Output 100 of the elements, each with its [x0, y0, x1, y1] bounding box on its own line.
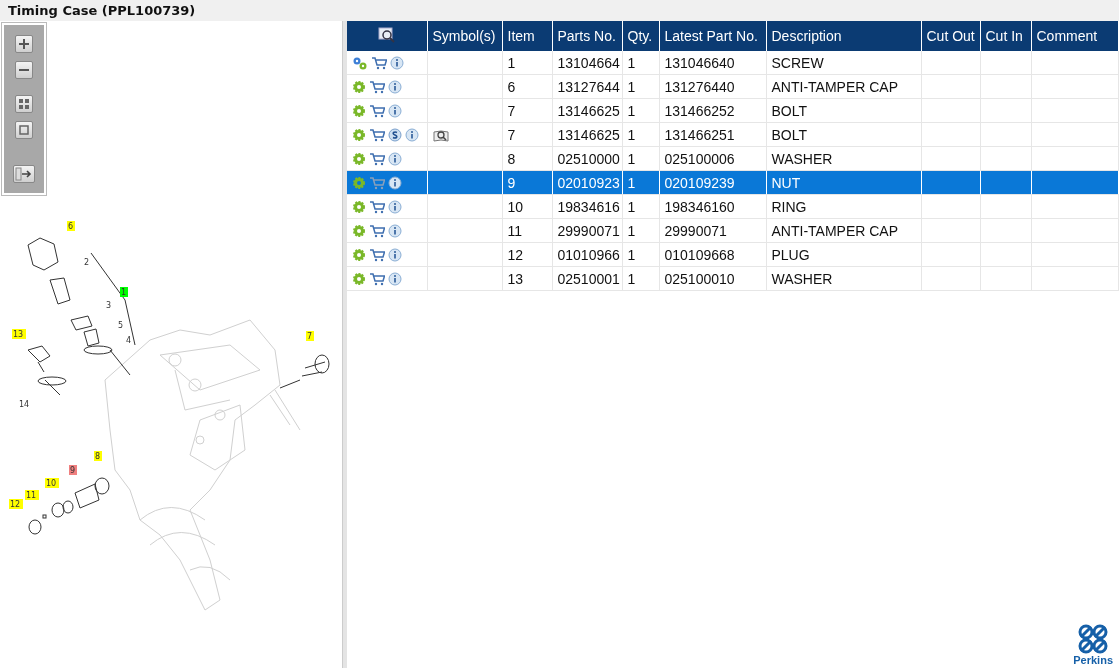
table-cell: 13127644 — [552, 74, 622, 99]
column-header[interactable] — [347, 21, 427, 51]
table-row[interactable]: 1 13104664 1 131046640 SCREW — [347, 51, 1119, 75]
column-header[interactable]: Cut In — [980, 21, 1031, 51]
table-cell: 8 — [502, 146, 552, 171]
table-cell: RING — [766, 194, 921, 219]
cart-icon[interactable] — [369, 151, 385, 166]
callout-label: 7 — [307, 332, 313, 341]
info-icon[interactable] — [388, 151, 402, 166]
table-cell: 13146625 — [552, 98, 622, 123]
table-row[interactable]: 7 13146625 1 131466251 BOLT — [347, 122, 1119, 147]
callout-label: 3 — [106, 301, 112, 310]
table-cell: 29990071 — [552, 218, 622, 243]
table-cell: ANTI-TAMPER CAP — [766, 218, 921, 243]
table-row[interactable]: 9 02010923 1 020109239 NUT — [347, 170, 1119, 195]
callout-label: 9 — [70, 466, 76, 475]
gear-icon[interactable] — [352, 103, 366, 118]
table-cell: 131046640 — [659, 51, 766, 75]
table-cell: 11 — [502, 218, 552, 243]
table-cell: 13104664 — [552, 51, 622, 75]
gear-icon[interactable] — [352, 271, 366, 286]
gear-icon[interactable] — [352, 127, 366, 142]
cart-icon[interactable] — [369, 79, 385, 94]
table-row[interactable]: 10 19834616 1 198346160 RING — [347, 194, 1119, 219]
table-row[interactable]: 7 13146625 1 131466252 BOLT — [347, 98, 1119, 123]
table-cell: 131276440 — [659, 74, 766, 99]
info-icon[interactable] — [388, 103, 402, 118]
cart-icon[interactable] — [369, 271, 385, 286]
cart-icon[interactable] — [369, 223, 385, 238]
callout-label: 12 — [10, 500, 21, 509]
gear-icon[interactable] — [352, 79, 366, 94]
callout-label: 1 — [121, 288, 127, 297]
column-header[interactable]: Symbol(s) — [427, 21, 502, 51]
info-icon[interactable] — [388, 247, 402, 262]
column-header[interactable]: Item — [502, 21, 552, 51]
cart-icon[interactable] — [371, 55, 387, 70]
gear-icon[interactable] — [352, 223, 366, 238]
table-cell: 13146625 — [552, 122, 622, 147]
table-row[interactable]: 6 13127644 1 131276440 ANTI-TAMPER CAP — [347, 74, 1119, 99]
info-icon[interactable] — [405, 127, 419, 142]
callout-label: 2 — [84, 258, 90, 267]
gear-icon[interactable] — [352, 247, 366, 262]
table-cell: 1 — [622, 122, 659, 147]
grid-view-button[interactable] — [15, 95, 33, 113]
info-icon[interactable] — [388, 271, 402, 286]
table-cell: 1 — [622, 98, 659, 123]
table-cell: 13 — [502, 266, 552, 291]
table-row[interactable]: 12 01010966 1 010109668 PLUG — [347, 242, 1119, 267]
gear-icon[interactable] — [352, 151, 366, 166]
book-magnifier-icon[interactable] — [432, 128, 449, 143]
gear-icon[interactable] — [352, 199, 366, 214]
table-cell: 1 — [622, 242, 659, 267]
zoom-in-button[interactable] — [15, 35, 33, 53]
table-cell: 02510001 — [552, 266, 622, 291]
table-cell: PLUG — [766, 242, 921, 267]
table-cell: 7 — [502, 98, 552, 123]
info-icon[interactable] — [388, 175, 402, 190]
table-cell: 01010966 — [552, 242, 622, 267]
cart-icon[interactable] — [369, 127, 385, 142]
table-cell: 025100006 — [659, 146, 766, 171]
table-row[interactable]: 11 29990071 1 29990071 ANTI-TAMPER CAP — [347, 218, 1119, 243]
table-cell: 1 — [622, 266, 659, 291]
table-row[interactable]: 8 02510000 1 025100006 WASHER — [347, 146, 1119, 171]
cart-icon[interactable] — [369, 199, 385, 214]
column-header[interactable]: Qty. — [622, 21, 659, 51]
export-button[interactable] — [13, 165, 35, 183]
table-cell: 025100010 — [659, 266, 766, 291]
info-icon[interactable] — [388, 223, 402, 238]
callout-label: 8 — [95, 452, 101, 461]
table-cell: 131466252 — [659, 98, 766, 123]
table-cell: NUT — [766, 170, 921, 195]
table-cell: 19834616 — [552, 194, 622, 219]
column-header[interactable]: Parts No. — [552, 21, 622, 51]
table-cell: 198346160 — [659, 194, 766, 219]
cart-icon[interactable] — [369, 103, 385, 118]
table-cell: 1 — [622, 74, 659, 99]
cart-icon[interactable] — [369, 247, 385, 262]
table-cell: 1 — [502, 51, 552, 75]
fit-view-button[interactable] — [15, 121, 33, 139]
table-row[interactable]: 13 02510001 1 025100010 WASHER — [347, 266, 1119, 291]
arrow-icon — [15, 167, 33, 181]
callout-label: 14 — [19, 400, 30, 409]
column-header[interactable]: Cut Out — [921, 21, 980, 51]
callout-label: 11 — [26, 491, 37, 500]
column-header[interactable]: Comment — [1031, 21, 1119, 51]
table-cell: 10 — [502, 194, 552, 219]
info-icon[interactable] — [388, 79, 402, 94]
square-icon — [17, 123, 31, 137]
info-icon[interactable] — [388, 199, 402, 214]
zoom-out-button[interactable] — [15, 61, 33, 79]
gears-icon[interactable] — [352, 55, 368, 70]
column-header[interactable]: Latest Part No. — [659, 21, 766, 51]
table-cell: 131466251 — [659, 122, 766, 147]
table-cell: 29990071 — [659, 218, 766, 243]
callout-label: 10 — [46, 479, 57, 488]
info-icon[interactable] — [390, 55, 404, 70]
column-header[interactable]: Description — [766, 21, 921, 51]
table-cell: 020109239 — [659, 170, 766, 195]
s-badge-icon[interactable] — [388, 127, 402, 142]
table-cell: 7 — [502, 122, 552, 147]
